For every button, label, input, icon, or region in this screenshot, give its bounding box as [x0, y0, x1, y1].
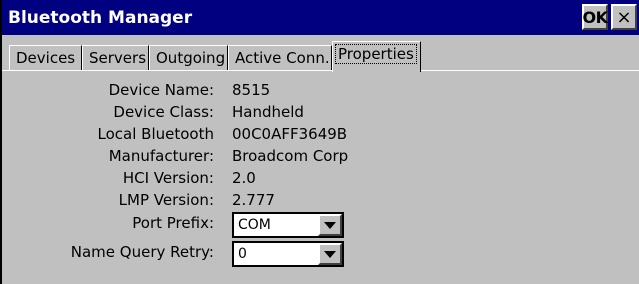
hci-version-label: HCI Version: — [122, 169, 214, 187]
lmp-version-value: 2.777 — [232, 191, 275, 209]
bluetooth-manager-window: Bluetooth Manager OK × Devices Servers O… — [0, 0, 639, 284]
local-bluetooth-row: Local Bluetooth 00C0AFF3649B — [2, 125, 639, 147]
port-prefix-dropdown-button[interactable] — [318, 214, 342, 236]
window-title: Bluetooth Manager — [8, 8, 193, 28]
chevron-down-icon — [324, 250, 336, 258]
port-prefix-label: Port Prefix: — [132, 214, 214, 232]
lmp-version-label: LMP Version: — [118, 191, 214, 209]
name-query-retry-value: 0 — [238, 246, 247, 262]
device-name-row: Device Name: 8515 — [2, 81, 639, 103]
title-bar: Bluetooth Manager OK × — [2, 0, 639, 35]
tab-properties-label: Properties — [335, 44, 417, 64]
tab-active-conn-label: Active Conn. — [235, 49, 330, 67]
tab-servers-label: Servers — [89, 49, 147, 67]
chevron-down-icon — [324, 221, 336, 229]
port-prefix-row: Port Prefix: COM — [2, 212, 639, 238]
device-name-value: 8515 — [232, 81, 271, 99]
manufacturer-value: Broadcom Corp — [232, 147, 349, 165]
tab-devices[interactable]: Devices — [9, 45, 82, 71]
tab-properties[interactable]: Properties — [332, 41, 421, 72]
tab-active-conn[interactable]: Active Conn. — [228, 45, 332, 71]
tab-servers[interactable]: Servers — [82, 45, 149, 71]
hci-version-value: 2.0 — [232, 169, 256, 187]
tab-outgoing[interactable]: Outgoing — [149, 45, 228, 71]
tab-devices-label: Devices — [16, 49, 76, 67]
device-class-row: Device Class: Handheld — [2, 103, 639, 125]
port-prefix-select[interactable]: COM — [232, 212, 344, 238]
tab-outgoing-label: Outgoing — [156, 49, 226, 67]
name-query-retry-dropdown-button[interactable] — [318, 243, 342, 265]
local-bluetooth-value: 00C0AFF3649B — [232, 125, 348, 143]
close-button[interactable]: × — [611, 4, 637, 30]
name-query-retry-label: Name Query Retry: — [70, 243, 214, 261]
manufacturer-row: Manufacturer: Broadcom Corp — [2, 147, 639, 169]
device-name-label: Device Name: — [108, 81, 214, 99]
ok-button[interactable]: OK — [582, 4, 608, 30]
properties-panel: Device Name: 8515 Device Class: Handheld… — [2, 70, 639, 284]
tab-strip: Devices Servers Outgoing Active Conn. Pr… — [2, 41, 639, 72]
name-query-retry-select[interactable]: 0 — [232, 241, 344, 267]
device-class-label: Device Class: — [113, 103, 214, 121]
port-prefix-value: COM — [238, 217, 271, 233]
name-query-retry-row: Name Query Retry: 0 — [2, 241, 639, 267]
lmp-version-row: LMP Version: 2.777 — [2, 191, 639, 213]
local-bluetooth-label: Local Bluetooth — [97, 125, 214, 143]
hci-version-row: HCI Version: 2.0 — [2, 169, 639, 191]
manufacturer-label: Manufacturer: — [108, 147, 214, 165]
device-class-value: Handheld — [232, 103, 304, 121]
